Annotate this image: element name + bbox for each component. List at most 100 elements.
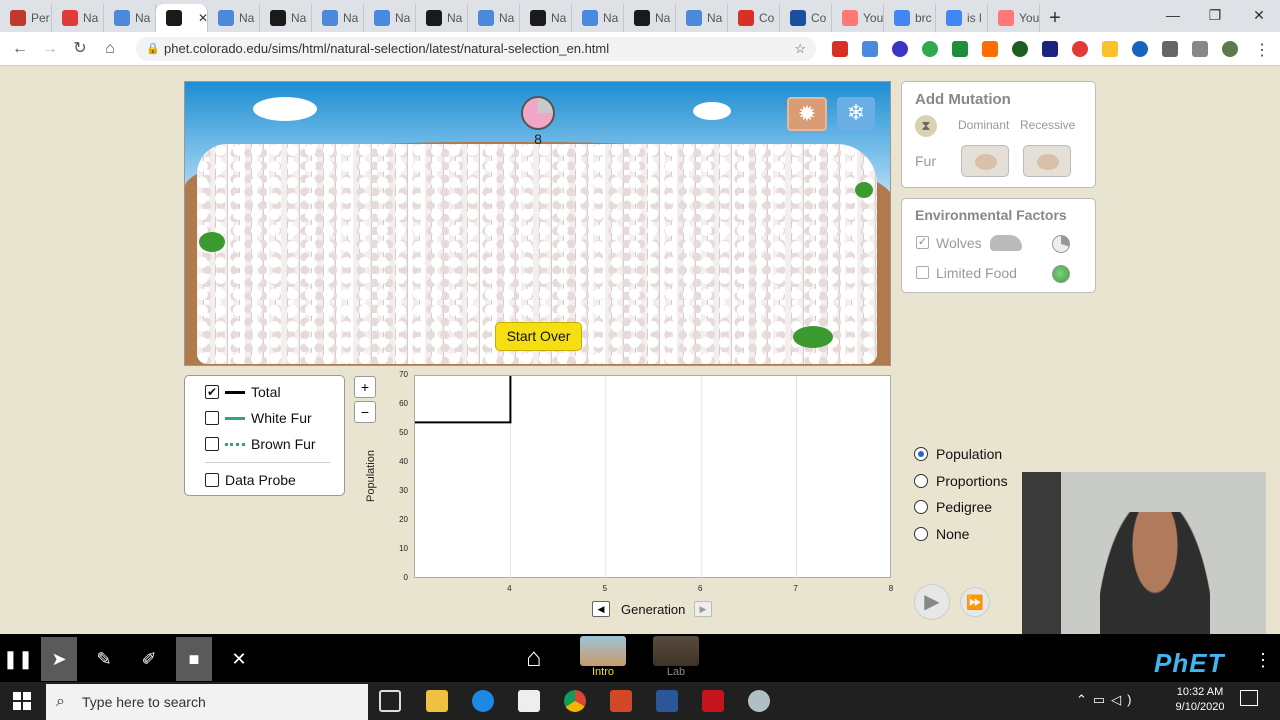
white-fur-checkbox[interactable] <box>205 411 219 425</box>
view-option-proportions[interactable]: Proportions <box>914 473 1008 489</box>
legend-data-probe[interactable]: Data Probe <box>205 471 296 489</box>
browser-tab[interactable]: Na <box>260 4 312 32</box>
edge-icon[interactable] <box>472 690 494 712</box>
browser-tab[interactable]: Na <box>312 4 364 32</box>
simulation-play-area[interactable]: 8 ✹ ❄ Start Over <box>184 81 891 366</box>
extension-icon[interactable] <box>982 41 998 57</box>
maximize-button[interactable]: ❐ <box>1192 0 1238 30</box>
radio-button[interactable] <box>914 500 928 514</box>
browser-tab[interactable]: You <box>988 4 1040 32</box>
browser-tab[interactable]: Na <box>676 4 728 32</box>
fast-forward-button[interactable]: ⏩ <box>960 587 990 617</box>
notifications-icon[interactable] <box>1240 690 1258 706</box>
close-tab-icon[interactable]: ✕ <box>198 11 207 25</box>
total-checkbox[interactable]: ✔ <box>205 385 219 399</box>
browser-tab[interactable]: Na <box>520 4 572 32</box>
legend-brown-fur[interactable]: Brown Fur <box>205 435 316 453</box>
lab-screen-button[interactable] <box>653 636 699 666</box>
browser-tab[interactable]: Na <box>208 4 260 32</box>
start-over-button[interactable]: Start Over <box>495 322 582 351</box>
pen-tool-icon[interactable]: ✎ <box>86 637 122 681</box>
chrome-icon[interactable] <box>564 690 586 712</box>
dominant-fur-mutation-button[interactable] <box>961 145 1009 177</box>
wolves-checkbox[interactable]: ✓ <box>916 236 929 249</box>
extension-icon[interactable] <box>832 41 848 57</box>
extension-icon[interactable] <box>1072 41 1088 57</box>
extension-icon[interactable] <box>892 41 908 57</box>
cast-icon[interactable] <box>1192 41 1208 57</box>
taskbar-search-box[interactable]: ⌕ Type here to search <box>46 684 368 720</box>
taskbar-clock[interactable]: 10:32 AM 9/10/2020 <box>1172 685 1228 715</box>
puzzle-icon[interactable] <box>1162 41 1178 57</box>
browser-tab[interactable]: Per <box>0 4 52 32</box>
arctic-environment-button[interactable]: ❄ <box>837 97 875 131</box>
forward-icon[interactable]: → <box>40 39 60 59</box>
bookmark-star-icon[interactable]: ☆ <box>794 37 806 61</box>
browser-tab[interactable]: Na <box>104 4 156 32</box>
recessive-fur-mutation-button[interactable] <box>1023 145 1071 177</box>
brown-fur-checkbox[interactable] <box>205 437 219 451</box>
app-icon[interactable] <box>748 690 770 712</box>
minimize-button[interactable]: — <box>1150 0 1196 30</box>
view-option-pedigree[interactable]: Pedigree <box>914 499 992 515</box>
extension-icon[interactable] <box>952 41 968 57</box>
legend-total[interactable]: ✔ Total <box>205 383 281 401</box>
browser-tab[interactable]: brc <box>884 4 936 32</box>
browser-tab[interactable]: is l <box>936 4 988 32</box>
zoom-out-button[interactable]: − <box>354 401 376 423</box>
extension-icon[interactable] <box>1102 41 1118 57</box>
close-toolbar-icon[interactable]: ✕ <box>221 637 257 681</box>
browser-tab[interactable]: Na <box>416 4 468 32</box>
camera-tool-icon[interactable]: ■ <box>176 637 212 681</box>
browser-tab[interactable]: Co <box>728 4 780 32</box>
extension-icon[interactable] <box>922 41 938 57</box>
task-view-icon[interactable] <box>379 690 401 712</box>
system-tray-icons[interactable]: ⌃▭◁) <box>1076 692 1138 708</box>
radio-button[interactable] <box>914 447 928 461</box>
home-icon[interactable]: ⌂ <box>100 39 120 59</box>
zoom-in-button[interactable]: + <box>354 376 376 398</box>
population-graph[interactable] <box>414 375 893 579</box>
extension-icon[interactable] <box>1132 41 1148 57</box>
browser-tab[interactable]: Co <box>780 4 832 32</box>
legend-white-fur[interactable]: White Fur <box>205 409 312 427</box>
data-probe-checkbox[interactable] <box>205 473 219 487</box>
reload-icon[interactable]: ↻ <box>70 39 90 59</box>
new-tab-button[interactable]: + <box>1040 4 1070 32</box>
browser-tab[interactable]: Na <box>468 4 520 32</box>
extension-icon[interactable] <box>1012 41 1028 57</box>
menu-dots-icon[interactable]: ⋮ <box>1252 41 1272 61</box>
home-screen-icon[interactable]: ⌂ <box>526 642 542 673</box>
radio-button[interactable] <box>914 474 928 488</box>
browser-tab[interactable]: You <box>832 4 884 32</box>
equator-environment-button[interactable]: ✹ <box>787 97 827 131</box>
browser-tab[interactable]: Na <box>624 4 676 32</box>
pause-recording-icon[interactable]: ❚❚ <box>0 637 36 681</box>
limited-food-checkbox[interactable] <box>916 266 929 279</box>
extension-icon[interactable] <box>1042 41 1058 57</box>
view-option-none[interactable]: None <box>914 526 969 542</box>
browser-tab[interactable]: ✕ <box>156 4 208 32</box>
highlighter-tool-icon[interactable]: ✐ <box>131 637 167 681</box>
intro-screen-button[interactable] <box>580 636 626 666</box>
avatar[interactable] <box>1222 41 1238 57</box>
mail-icon[interactable] <box>518 690 540 712</box>
previous-generation-button[interactable]: ◀ <box>592 601 610 617</box>
acrobat-icon[interactable] <box>702 690 724 712</box>
file-explorer-icon[interactable] <box>426 690 448 712</box>
extension-icon[interactable] <box>862 41 878 57</box>
browser-tab[interactable]: Na <box>52 4 104 32</box>
pointer-tool-icon[interactable]: ➤ <box>41 637 77 681</box>
url-field[interactable]: 🔒 phet.colorado.edu/sims/html/natural-se… <box>136 37 816 61</box>
play-button[interactable]: ▶ <box>914 584 950 620</box>
browser-tab[interactable]: Na <box>572 4 624 32</box>
word-icon[interactable] <box>656 690 678 712</box>
next-generation-button[interactable]: ▶ <box>694 601 712 617</box>
view-option-population[interactable]: Population <box>914 446 1002 462</box>
radio-button[interactable] <box>914 527 928 541</box>
windows-start-icon[interactable] <box>13 692 31 710</box>
browser-tab[interactable]: Na <box>364 4 416 32</box>
back-icon[interactable]: ← <box>10 39 30 59</box>
close-window-button[interactable]: ✕ <box>1236 0 1280 30</box>
powerpoint-icon[interactable] <box>610 690 632 712</box>
